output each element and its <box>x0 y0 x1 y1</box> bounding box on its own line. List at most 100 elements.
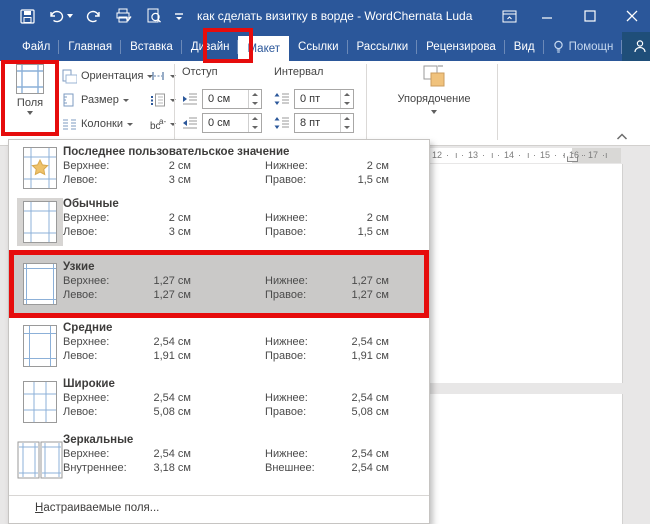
lightbulb-icon <box>553 40 563 53</box>
tab-share[interactable]: Общий доступ <box>622 32 650 61</box>
indent-right-spinner[interactable] <box>248 113 261 132</box>
indent-left-row: 0 см <box>182 88 262 109</box>
quick-print-icon[interactable] <box>115 8 133 24</box>
margin-value: 2,54 см <box>153 336 191 348</box>
margin-label: Левое: <box>63 174 98 186</box>
margin-value: 1,91 см <box>351 350 389 362</box>
undo-button[interactable] <box>48 9 73 23</box>
margin-label: Верхнее: <box>63 448 110 460</box>
margins-preset-item[interactable]: Обычные Верхнее: 2 см Нижнее: 2 см Левое: 3 … <box>9 194 429 250</box>
hyphenation-icon: bca- <box>150 117 166 131</box>
margin-label: Правое: <box>265 289 307 301</box>
group-divider <box>497 64 498 140</box>
tab-design[interactable]: Дизайн <box>182 32 239 61</box>
size-label: Размер <box>81 94 119 106</box>
customize-qat-icon[interactable] <box>175 12 183 20</box>
margins-preset-item[interactable]: Зеркальные Верхнее: 2,54 см Нижнее: 2,54 см… <box>9 430 429 490</box>
maximize-icon[interactable] <box>573 0 607 32</box>
spacing-after-spinner[interactable] <box>340 113 353 132</box>
margin-value: 3 см <box>168 226 191 238</box>
tab-label: Ссылки <box>298 40 339 53</box>
margin-label: Нижнее: <box>265 160 308 172</box>
hyphenation-button[interactable]: bc a- <box>150 112 176 136</box>
margin-value: 5,08 см <box>153 406 191 418</box>
tab-insert[interactable]: Вставка <box>121 32 182 61</box>
tab-label: Вставка <box>130 40 173 53</box>
ruler-number: 14 <box>504 150 515 160</box>
margins-preset-item[interactable]: Широкие Верхнее: 2,54 см Нижнее: 2,54 см Ле… <box>9 374 429 430</box>
tab-label: Рассылки <box>356 40 409 53</box>
tab-help[interactable]: Помощн <box>544 32 623 61</box>
indent-left-spinner[interactable] <box>248 89 261 108</box>
margin-value: 3 см <box>168 174 191 186</box>
margins-preset-item[interactable]: Последнее пользовательское значение Верх… <box>9 142 429 194</box>
title-bar: как сделать визитку в ворде - Word Chern… <box>0 0 650 32</box>
margin-value: 1,27 см <box>351 289 389 301</box>
line-numbers-button[interactable] <box>150 88 176 112</box>
margins-preset-item-selected[interactable]: Узкие Верхнее: 1,27 см Нижнее: 1,27 см Лево… <box>9 250 429 318</box>
quick-access-toolbar <box>20 0 183 32</box>
margins-preset-title: Зеркальные <box>63 434 134 446</box>
margin-value: 1,27 см <box>153 275 191 287</box>
document-title: как сделать визитку в ворде - Word <box>197 9 393 23</box>
margin-value: 2 см <box>366 212 389 224</box>
indent-right-field[interactable]: 0 см <box>202 112 262 133</box>
margins-preset-icon <box>17 198 63 246</box>
tab-layout[interactable]: Макет <box>238 36 290 61</box>
tab-file[interactable]: Файл <box>13 32 60 61</box>
margin-value: 1,27 см <box>351 275 389 287</box>
margin-value: 1,91 см <box>153 350 191 362</box>
tab-references[interactable]: Ссылки <box>289 32 348 61</box>
margins-button[interactable]: Поля <box>4 63 56 135</box>
margin-label: Верхнее: <box>63 212 110 224</box>
margin-label: Нижнее: <box>265 212 308 224</box>
margins-menu-items: Последнее пользовательское значение Верх… <box>9 142 429 490</box>
spacing-before-field[interactable]: 0 пт <box>294 88 354 109</box>
arrange-button[interactable]: Упорядочение <box>372 65 496 133</box>
tab-home[interactable]: Главная <box>59 32 121 61</box>
margins-preset-title: Узкие <box>63 261 95 273</box>
document-page-1[interactable] <box>430 164 623 383</box>
margin-value: 2 см <box>168 212 191 224</box>
custom-margins-item[interactable]: Настраиваемые поля... <box>9 495 429 520</box>
save-icon[interactable] <box>20 8 35 24</box>
size-icon <box>63 93 74 106</box>
margin-value: 1,27 см <box>153 289 191 301</box>
breaks-button[interactable] <box>150 64 176 88</box>
margins-dropdown-caret <box>27 111 33 115</box>
margin-label: Нижнее: <box>265 336 308 348</box>
minimize-icon[interactable] <box>530 0 564 32</box>
arrange-icon <box>423 65 445 87</box>
margin-label: Левое: <box>63 350 98 362</box>
margin-label: Левое: <box>63 406 98 418</box>
redo-icon[interactable] <box>86 9 102 23</box>
tab-review[interactable]: Рецензирова <box>417 32 505 61</box>
account-user-name[interactable]: Chernata Luda <box>393 0 472 32</box>
size-button[interactable]: Размер <box>62 88 153 112</box>
ribbon-display-options-icon[interactable] <box>492 0 526 32</box>
margin-label: Правое: <box>265 406 307 418</box>
spacing-after-field[interactable]: 8 пт <box>294 112 354 133</box>
margin-value: 1,5 см <box>357 174 389 186</box>
margin-label: Правое: <box>265 174 307 186</box>
columns-button[interactable]: Колонки <box>62 112 153 136</box>
indent-left-field[interactable]: 0 см <box>202 88 262 109</box>
tab-view[interactable]: Вид <box>505 32 544 61</box>
tab-label: Главная <box>68 40 113 53</box>
ruler-number: 17 <box>588 150 599 160</box>
undo-dropdown-icon[interactable] <box>67 14 73 18</box>
close-icon[interactable] <box>615 0 649 32</box>
ruler-dot: · <box>518 150 521 160</box>
spacing-before-row: 0 пт <box>274 88 354 109</box>
spacing-after-icon <box>274 116 289 129</box>
ruler-number: 15 <box>540 150 551 160</box>
tab-mailings[interactable]: Рассылки <box>348 32 418 61</box>
spacing-before-spinner[interactable] <box>340 89 353 108</box>
person-icon <box>634 40 646 53</box>
print-preview-icon[interactable] <box>146 8 162 24</box>
document-page-2[interactable] <box>430 394 623 524</box>
margins-preset-item[interactable]: Средние Верхнее: 2,54 см Нижнее: 2,54 см Ле… <box>9 318 429 374</box>
collapse-ribbon-icon[interactable] <box>616 132 628 144</box>
orientation-button[interactable]: Ориентация <box>62 64 154 88</box>
ruler-dot: · <box>581 150 584 160</box>
